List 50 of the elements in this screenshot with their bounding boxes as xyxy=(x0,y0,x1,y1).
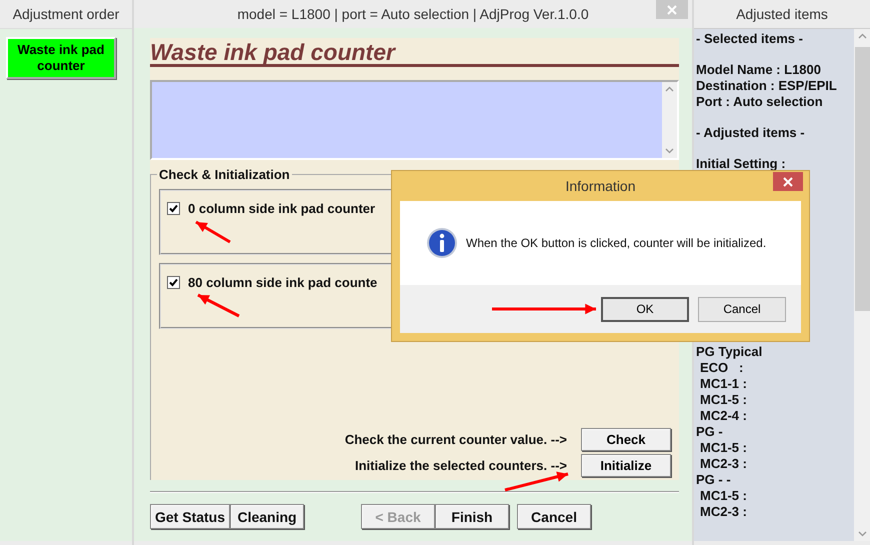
counter-checkbox[interactable]: 80 column side ink pad counte xyxy=(167,275,378,290)
item-line: MC1-5 : xyxy=(699,440,748,456)
item-line: Initial Setting : xyxy=(696,156,787,172)
item-line: PG - - xyxy=(696,472,732,488)
sidebar-item[interactable]: Waste ink pad counter xyxy=(6,37,116,79)
close-icon xyxy=(667,4,677,14)
item-line: MC2-4 : xyxy=(699,408,748,424)
footer-button[interactable]: Get Status xyxy=(150,504,230,529)
item-line: MC1-1 : xyxy=(699,376,748,392)
footer-button[interactable]: Finish xyxy=(435,504,510,529)
item-line: Model Name : L1800 xyxy=(696,62,822,78)
action-button[interactable]: Check xyxy=(581,428,671,451)
group-title: Check & Initialization xyxy=(157,167,292,182)
scroll-down-icon[interactable] xyxy=(858,531,866,537)
scroll-up-icon[interactable] xyxy=(665,86,674,92)
scroll-up-icon[interactable] xyxy=(858,33,866,39)
dialog-button[interactable]: Cancel xyxy=(698,296,786,322)
item-line: PG Typical xyxy=(696,344,764,360)
item-line: - Selected items - xyxy=(696,31,804,47)
item-line: MC1-5 : xyxy=(699,488,748,504)
item-line: MC2-3 : xyxy=(699,504,748,520)
item-line: MC2-3 : xyxy=(699,456,748,472)
action-hint: Initialize the selected counters. --> xyxy=(354,458,567,473)
item-line: - Adjusted items - xyxy=(696,125,806,141)
annotation-arrow xyxy=(195,220,231,244)
page-heading: Waste ink pad counter xyxy=(150,38,679,67)
annotation-arrow xyxy=(504,472,568,492)
item-line: PG - xyxy=(696,424,724,440)
footer-button[interactable]: Cleaning xyxy=(230,504,304,529)
annotation-arrow xyxy=(197,294,240,318)
item-line: ECO : xyxy=(699,360,744,376)
scrollbar[interactable] xyxy=(854,29,870,541)
dialog-message: When the OK button is clicked, counter will be initialized. xyxy=(466,236,766,250)
item-line: Port : Auto selection xyxy=(696,94,824,110)
dialog-button[interactable]: OK xyxy=(601,296,689,322)
action-button[interactable]: Initialize xyxy=(581,454,671,477)
action-hint: Check the current counter value. --> xyxy=(344,432,567,447)
scroll-down-icon[interactable] xyxy=(665,148,674,154)
close-button[interactable] xyxy=(773,172,803,191)
text-area[interactable] xyxy=(150,80,679,160)
close-icon xyxy=(783,176,793,186)
window-title: model = L1800 | port = Auto selection | AdjProg Ver.1.0.0 xyxy=(237,6,589,22)
check-icon xyxy=(169,278,178,287)
info-icon xyxy=(426,227,458,259)
footer-button[interactable]: Cancel xyxy=(517,504,592,529)
counter-checkbox[interactable]: 0 column side ink pad counter xyxy=(167,201,376,216)
check-icon xyxy=(169,204,178,213)
item-line: MC1-5 : xyxy=(699,392,748,408)
item-line: Destination : ESP/EPIL xyxy=(696,78,838,94)
dialog-title: Information xyxy=(565,178,636,194)
